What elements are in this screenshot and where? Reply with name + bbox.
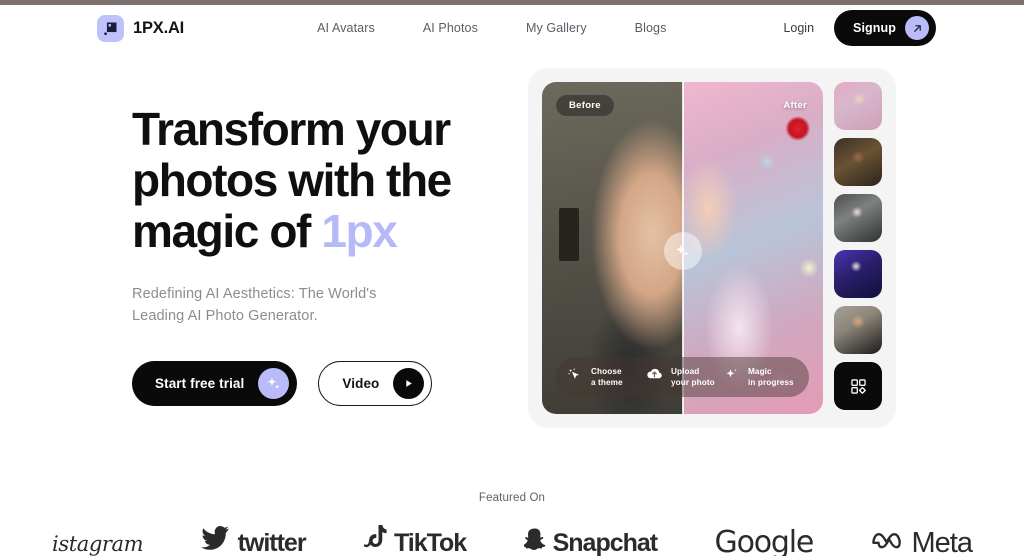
step-line-2: your photo <box>671 378 715 387</box>
thumbnail-neon-portrait[interactable] <box>834 250 882 298</box>
step-magic-in-progress[interactable]: Magic in progress <box>724 366 799 388</box>
thumbnail-bridal-portrait[interactable] <box>834 194 882 242</box>
headline-line-3: magic of <box>132 205 322 257</box>
steps-toolbar: Choose a theme Upload your photo Magic i… <box>556 357 809 397</box>
nav-item-ai-photos[interactable]: AI Photos <box>423 21 478 35</box>
hero-copy: Transform your photos with the magic of … <box>132 104 502 406</box>
subtitle-line-1: Redefining AI Aesthetics: The World's <box>132 286 377 302</box>
signup-button[interactable]: Signup <box>834 10 936 46</box>
logo-twitter-text: twitter <box>237 529 307 556</box>
main-nav: AI Avatars AI Photos My Gallery Blogs <box>317 21 666 35</box>
header-actions: Login Signup <box>783 10 936 46</box>
login-link[interactable]: Login <box>783 21 814 35</box>
step-line-1: Choose <box>591 367 622 376</box>
sparkle-icon <box>258 368 290 399</box>
start-free-trial-label: Start free trial <box>155 376 245 391</box>
step-line-2: a theme <box>591 378 623 387</box>
logo-instagram: istagram <box>52 532 144 556</box>
before-after-preview[interactable]: Before After Choose a theme Upload your … <box>542 82 823 414</box>
signup-button-label: Signup <box>853 21 896 35</box>
landing-page: 1PX.AI AI Avatars AI Photos My Gallery B… <box>0 0 1024 556</box>
logo-twitter: twitter <box>200 525 307 556</box>
logo-google: Google <box>714 525 815 556</box>
square-logo-icon <box>97 14 124 42</box>
logo-meta-text: Meta <box>911 527 973 556</box>
step-choose-theme-label: Choose a theme <box>591 366 623 388</box>
logo-google-text: Google <box>714 525 815 556</box>
thumbnail-gold-portrait[interactable] <box>834 138 882 186</box>
headline-line-1: Transform your <box>132 103 451 155</box>
start-free-trial-button[interactable]: Start free trial <box>132 361 298 406</box>
hero-subtitle: Redefining AI Aesthetics: The World's Le… <box>132 283 442 327</box>
meta-infinity-icon <box>871 527 905 556</box>
subtitle-line-2: Leading AI Photo Generator. <box>132 308 318 324</box>
sparkle-icon <box>724 366 741 388</box>
step-upload-photo-label: Upload your photo <box>671 366 715 388</box>
after-badge: After <box>783 100 807 111</box>
sparkle-icon <box>675 245 689 257</box>
page-title: Transform your photos with the magic of … <box>132 104 502 257</box>
nav-item-ai-avatars[interactable]: AI Avatars <box>317 21 375 35</box>
divider-handle[interactable] <box>663 232 702 271</box>
nav-item-my-gallery[interactable]: My Gallery <box>526 21 587 35</box>
twitter-bird-icon <box>200 525 231 556</box>
tiktok-note-icon <box>363 525 387 556</box>
logo-meta: Meta <box>871 527 973 556</box>
before-badge: Before <box>556 95 614 116</box>
logo-tiktok: TikTok <box>363 525 467 556</box>
featured-on-label: Featured On <box>478 492 546 504</box>
step-upload-photo[interactable]: Upload your photo <box>645 365 720 389</box>
thumbnail-strip <box>834 82 882 414</box>
logo-tiktok-text: TikTok <box>393 529 467 556</box>
video-button-label: Video <box>342 376 380 391</box>
logo-snapchat: Snapchat <box>522 527 659 556</box>
play-icon <box>393 368 425 399</box>
logo-snapchat-text: Snapchat <box>552 529 659 556</box>
step-magic-label: Magic in progress <box>748 366 794 388</box>
view-all-grid-button[interactable] <box>834 362 882 410</box>
featured-logos: istagram twitter TikTok Snapchat Google … <box>0 520 1024 556</box>
grid-view-icon <box>850 378 866 394</box>
nav-item-blogs[interactable]: Blogs <box>635 21 667 35</box>
arrow-up-right-icon <box>905 16 929 40</box>
step-choose-theme[interactable]: Choose a theme <box>566 366 641 389</box>
snapchat-ghost-icon <box>522 527 546 556</box>
logo-instagram-text: istagram <box>52 532 144 556</box>
hero-preview-card: Before After Choose a theme Upload your … <box>528 68 896 428</box>
cursor-sparkle-icon <box>566 366 584 389</box>
step-line-2: in progress <box>748 378 794 387</box>
thumbnail-male-portrait[interactable] <box>834 306 882 354</box>
cloud-upload-icon <box>645 365 664 389</box>
brand-name: 1PX.AI <box>133 18 185 37</box>
headline-line-2: photos with the <box>132 154 452 206</box>
video-button[interactable]: Video <box>318 361 433 406</box>
thumbnail-floral-portrait[interactable] <box>834 82 882 130</box>
step-line-1: Magic <box>748 367 772 376</box>
headline-accent: 1px <box>321 205 397 257</box>
brand-logo[interactable]: 1PX.AI <box>97 14 185 42</box>
cta-row: Start free trial Video <box>132 361 502 406</box>
step-line-1: Upload <box>671 367 700 376</box>
site-header: 1PX.AI AI Avatars AI Photos My Gallery B… <box>0 5 1024 51</box>
